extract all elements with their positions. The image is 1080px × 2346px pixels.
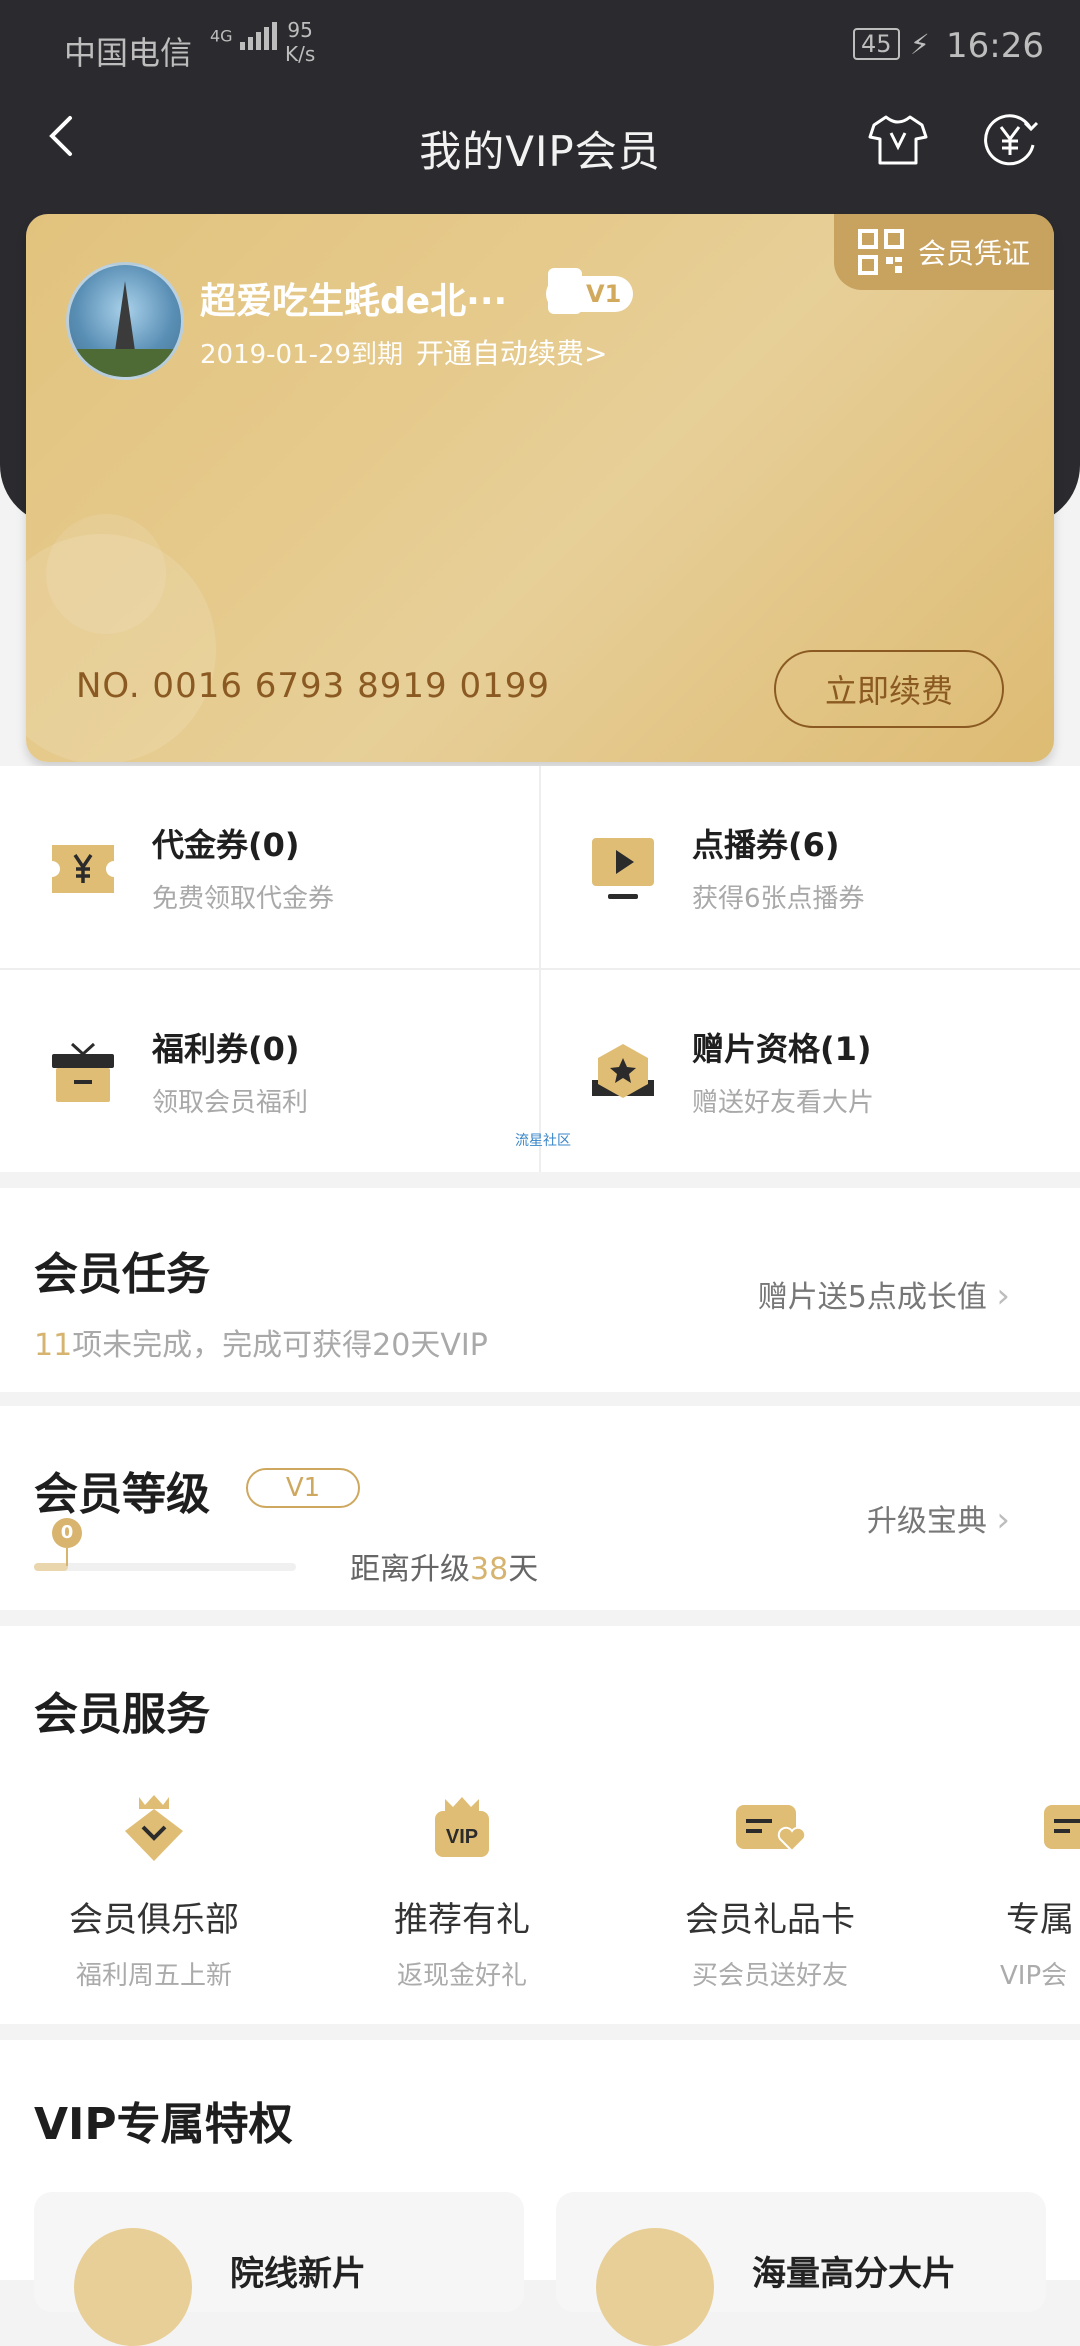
level-days-remaining: 距离升级38天 bbox=[350, 1544, 538, 1588]
user-name: 超爱吃生蚝de北··· bbox=[200, 281, 508, 322]
yuan-coin-icon[interactable] bbox=[978, 108, 1042, 172]
service-subtitle: VIP会 bbox=[1000, 1961, 1068, 1991]
expire-date: 2019-01-29到期 bbox=[200, 340, 404, 370]
level-progress-pin-stem bbox=[66, 1548, 68, 1566]
service-label: 专属 bbox=[1006, 1900, 1074, 1940]
days-value: 38 bbox=[470, 1552, 509, 1587]
play-ticket-icon bbox=[588, 834, 658, 904]
coupon-title: 福利券(0) bbox=[152, 1030, 300, 1068]
avatar[interactable] bbox=[66, 262, 184, 380]
vip-level-text: V1 bbox=[586, 280, 622, 308]
speed-value: 95 bbox=[287, 18, 313, 42]
speed-unit: K/s bbox=[285, 42, 316, 66]
coupon-vod[interactable]: 点播券(6) 获得6张点播券 bbox=[540, 766, 1080, 966]
service-subtitle: 福利周五上新 bbox=[75, 1961, 232, 1991]
clock: 16:26 bbox=[946, 26, 1044, 66]
member-tasks-title: 会员任务 bbox=[34, 1249, 210, 1300]
gift-box-icon bbox=[48, 1038, 118, 1108]
level-progress-pin: 0 bbox=[52, 1518, 82, 1548]
card-number: NO. 0016 6793 8919 0199 bbox=[76, 666, 550, 706]
privilege-label: 院线新片 bbox=[230, 2254, 366, 2294]
star-badge-icon bbox=[588, 1038, 658, 1108]
card-icon bbox=[1044, 1792, 1080, 1864]
coupon-subtitle: 免费领取代金券 bbox=[152, 884, 335, 914]
service-label: 会员俱乐部 bbox=[69, 1900, 239, 1940]
service-gift-card[interactable]: 会员礼品卡 买会员送好友 bbox=[620, 1792, 920, 1992]
vip-privileges-title: VIP专属特权 bbox=[34, 2099, 293, 2150]
status-bar: 中国电信 4G 95 K/s 45 ⚡ 16:26 bbox=[0, 0, 1080, 100]
member-tasks-link[interactable]: 赠片送5点成长值 › bbox=[758, 1272, 1010, 1316]
yuan-ticket-icon bbox=[48, 834, 118, 904]
chevron-right-icon: › bbox=[996, 1276, 1010, 1316]
service-label: 会员礼品卡 bbox=[685, 1900, 855, 1940]
battery-icon: 45 bbox=[853, 28, 900, 60]
film-icon bbox=[74, 2228, 192, 2346]
days-suffix: 天 bbox=[508, 1552, 539, 1587]
coupon-welfare[interactable]: 福利券(0) 领取会员福利 bbox=[0, 970, 540, 1170]
tshirt-icon[interactable] bbox=[866, 108, 930, 172]
carrier-label: 中国电信 bbox=[64, 34, 193, 72]
crown-down-icon bbox=[114, 1792, 194, 1864]
hand-icon bbox=[548, 268, 582, 314]
coupon-subtitle: 赠送好友看大片 bbox=[692, 1088, 875, 1118]
coupon-title: 代金券(0) bbox=[152, 826, 300, 864]
movie-icon bbox=[596, 2228, 714, 2346]
member-tasks-link-label: 赠片送5点成长值 bbox=[757, 1280, 987, 1315]
qr-code-icon bbox=[857, 229, 904, 275]
chevron-right-icon: › bbox=[996, 1500, 1010, 1540]
signal-icon: 4G bbox=[210, 22, 280, 52]
coupon-subtitle: 获得6张点播券 bbox=[692, 884, 865, 914]
upgrade-guide-link[interactable]: 升级宝典 › bbox=[867, 1496, 1010, 1540]
auto-renew-link[interactable]: 开通自动续费> bbox=[416, 332, 607, 372]
coupon-title: 点播券(6) bbox=[692, 826, 840, 864]
gift-card-icon bbox=[730, 1792, 810, 1864]
privilege-label: 海量高分大片 bbox=[752, 2254, 956, 2294]
service-subtitle: 返现金好礼 bbox=[396, 1961, 527, 1991]
service-referral[interactable]: VIP 推荐有礼 返现金好礼 bbox=[312, 1792, 612, 1992]
coupon-cash[interactable]: 代金券(0) 免费领取代金券 bbox=[0, 766, 540, 966]
member-tasks-subtitle: 11项未完成，完成可获得20天VIP bbox=[34, 1320, 488, 1364]
network-type: 4G bbox=[210, 26, 233, 46]
days-prefix: 距离升级 bbox=[350, 1552, 470, 1587]
service-label: 推荐有礼 bbox=[394, 1900, 530, 1940]
coupon-subtitle: 领取会员福利 bbox=[152, 1088, 309, 1118]
renew-button[interactable]: 立即续费 bbox=[774, 650, 1004, 728]
vip-card: 会员凭证 超爱吃生蚝de北··· V1 2019-01-29到期 开通自动续费>… bbox=[26, 214, 1054, 762]
service-member-club[interactable]: 会员俱乐部 福利周五上新 bbox=[4, 1792, 304, 1992]
service-subtitle: 买会员送好友 bbox=[691, 1961, 848, 1991]
level-progress-track bbox=[34, 1563, 296, 1571]
vip-level-badge: V1 bbox=[546, 268, 634, 314]
level-progress-fill bbox=[34, 1563, 68, 1571]
coupon-title: 赠片资格(1) bbox=[692, 1030, 872, 1068]
tasks-count: 11 bbox=[34, 1328, 73, 1363]
member-level-title: 会员等级 bbox=[34, 1469, 210, 1520]
member-services-title: 会员服务 bbox=[34, 1689, 210, 1740]
card-decoration bbox=[46, 514, 166, 634]
level-badge: V1 bbox=[246, 1468, 360, 1508]
member-certificate-button[interactable]: 会员凭证 bbox=[834, 214, 1054, 290]
svg-text:VIP: VIP bbox=[446, 1826, 478, 1848]
privilege-card[interactable]: 海量高分大片 bbox=[556, 2192, 1046, 2346]
tasks-sub-text: 项未完成，完成可获得20天VIP bbox=[72, 1328, 488, 1363]
charging-icon: ⚡ bbox=[910, 28, 930, 61]
service-exclusive[interactable]: 专属 VIP会 bbox=[928, 1792, 1080, 1992]
upgrade-guide-label: 升级宝典 bbox=[866, 1504, 987, 1539]
network-speed: 95 K/s bbox=[285, 18, 315, 66]
vip-crown-icon: VIP bbox=[422, 1792, 502, 1864]
watermark: 流星社区 bbox=[515, 1133, 571, 1149]
privilege-card[interactable]: 院线新片 bbox=[34, 2192, 524, 2346]
coupon-gift-film[interactable]: 赠片资格(1) 赠送好友看大片 bbox=[540, 970, 1080, 1170]
member-certificate-label: 会员凭证 bbox=[917, 237, 1030, 270]
